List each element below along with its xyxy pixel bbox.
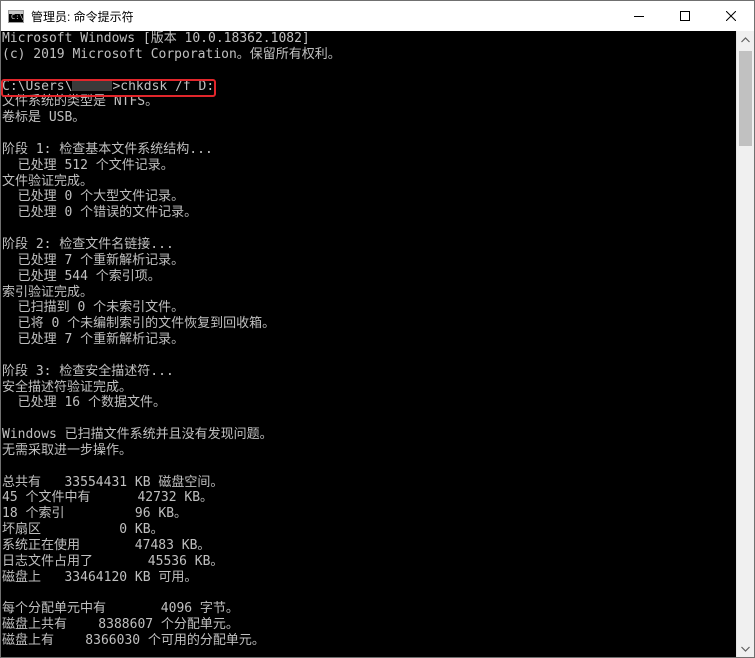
console-line: 文件验证完成。 — [2, 173, 94, 189]
console-line: 磁盘上有 8366030 个可用的分配单元。 — [2, 633, 265, 649]
maximize-button[interactable] — [662, 1, 708, 31]
console-line: (c) 2019 Microsoft Corporation。保留所有权利。 — [2, 46, 341, 62]
cmd-icon-glyph: C:\ — [11, 12, 24, 21]
console-line: 已处理 544 个索引项。 — [2, 268, 161, 284]
console-line: Windows 已扫描文件系统并且没有发现问题。 — [2, 427, 273, 443]
scroll-down-button[interactable] — [737, 640, 754, 657]
console-line: 磁盘上 33464120 KB 可用。 — [2, 569, 198, 585]
scroll-up-button[interactable] — [737, 31, 754, 48]
console-line: 系统正在使用 47483 KB。 — [2, 538, 211, 553]
console-output[interactable]: Microsoft Windows [版本 10.0.18362.1082] (… — [1, 31, 738, 657]
console-line: 阶段 1: 检查基本文件系统结构... — [2, 141, 213, 157]
console-line: 索引验证完成。 — [2, 284, 94, 300]
console-line: 日志文件占用了 45536 KB。 — [2, 553, 224, 569]
command-highlight-box — [1, 79, 216, 97]
scroll-thumb[interactable] — [739, 51, 752, 146]
close-button[interactable] — [708, 1, 754, 31]
console-line: 已处理 0 个大型文件记录。 — [2, 189, 185, 205]
scroll-down-icon — [741, 646, 750, 652]
console-line: 总共有 33554431 KB 磁盘空间。 — [2, 474, 224, 490]
console-line: 每个分配单元中有 4096 字节。 — [2, 601, 239, 617]
console-line: 已处理 7 个重新解析记录。 — [2, 252, 185, 268]
console-line: 安全描述符验证完成。 — [2, 379, 133, 395]
console-line: 磁盘上共有 8388607 个分配单元。 — [2, 617, 239, 633]
console-line: 45 个文件中有 42732 KB。 — [2, 490, 214, 506]
console-line: 18 个索引 96 KB。 — [2, 506, 188, 522]
scroll-up-icon — [741, 36, 750, 42]
console-line: 已处理 0 个错误的文件记录。 — [2, 205, 198, 221]
title-bar[interactable]: C:\ 管理员: 命令提示符 — [1, 1, 754, 31]
maximize-icon — [680, 11, 690, 21]
console-line: 已扫描到 0 个未索引文件。 — [2, 300, 185, 316]
console-line: 已处理 7 个重新解析记录。 — [2, 332, 185, 348]
window-title: 管理员: 命令提示符 — [31, 9, 134, 24]
minimize-icon — [634, 16, 644, 17]
caption-buttons — [616, 1, 754, 31]
close-icon — [726, 11, 736, 21]
console-line: 已将 0 个未编制索引的文件恢复到回收箱。 — [2, 316, 276, 332]
cmd-icon[interactable]: C:\ — [8, 9, 24, 23]
console-line: 无需采取进一步操作。 — [2, 442, 133, 458]
console-line: 阶段 3: 检查安全描述符... — [2, 363, 174, 379]
console-line: 已处理 512 个文件记录。 — [2, 157, 174, 173]
console-line: 已处理 16 个数据文件。 — [2, 395, 166, 411]
minimize-button[interactable] — [616, 1, 662, 31]
command-prompt-window: C:\ 管理员: 命令提示符 Microsoft Windows [版本 10.… — [0, 0, 755, 658]
console-line: 坏扇区 0 KB。 — [2, 522, 164, 538]
console-line: 卷标是 USB。 — [2, 110, 86, 126]
vertical-scrollbar[interactable] — [736, 31, 754, 657]
console-line: 阶段 2: 检查文件名链接... — [2, 236, 174, 252]
console-line: Microsoft Windows [版本 10.0.18362.1082] — [2, 31, 310, 46]
